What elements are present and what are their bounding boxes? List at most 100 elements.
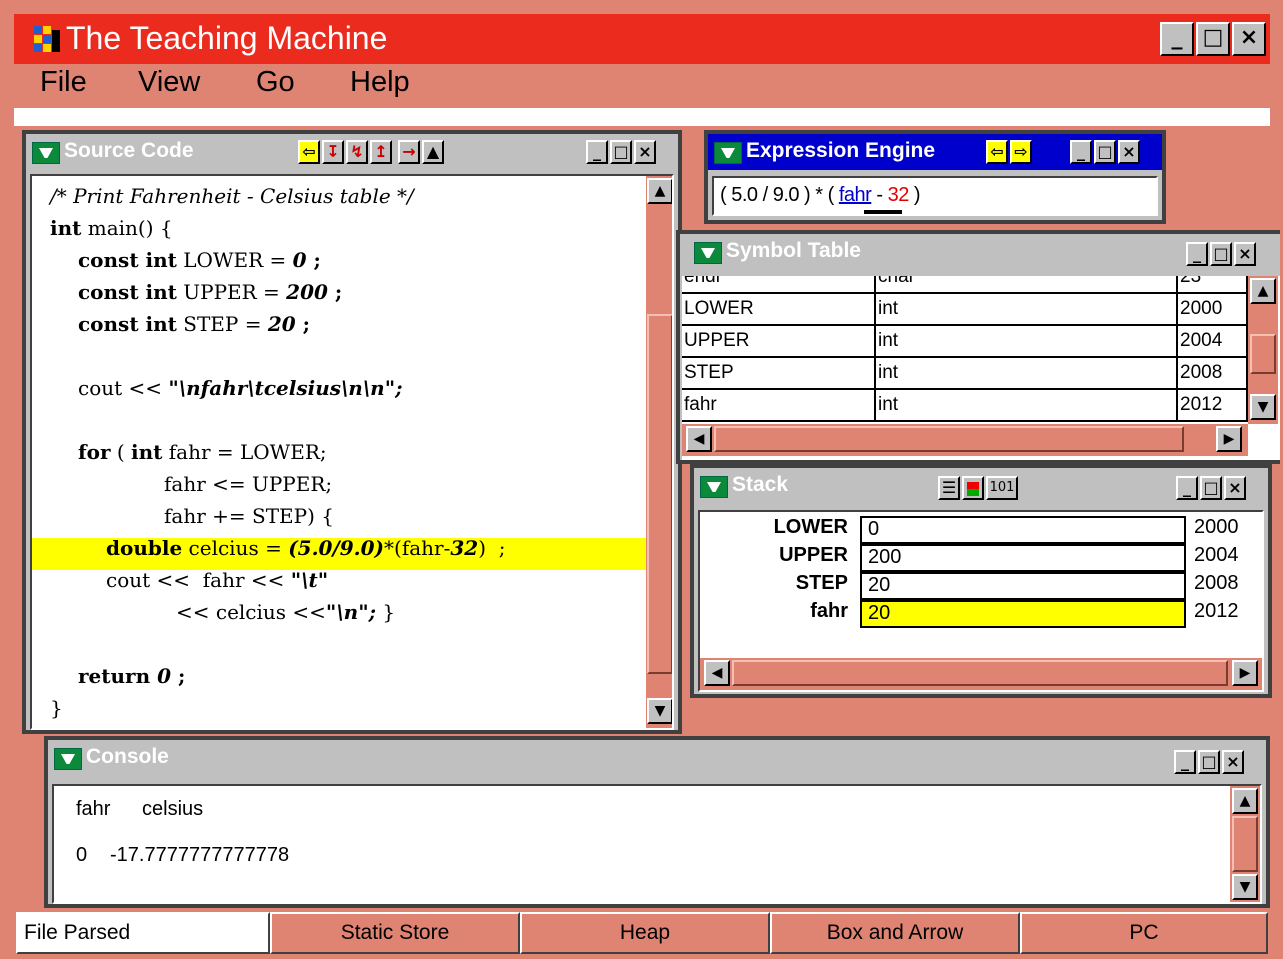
scroll-thumb[interactable]	[1232, 816, 1258, 872]
panel-close-button[interactable]: ×	[1118, 140, 1140, 164]
menu-file[interactable]: File	[40, 66, 87, 99]
stack-var-address: 2000	[1194, 516, 1239, 538]
step-over-icon[interactable]: ↧	[322, 140, 344, 164]
heap-button[interactable]: Heap	[520, 912, 770, 954]
stack-title: Stack	[732, 473, 789, 496]
scroll-down-icon[interactable]: ▼	[647, 698, 672, 724]
code-line: cout << "\nfahr\tcelsius\n\n";	[78, 376, 403, 400]
maximize-button[interactable]: □	[1196, 22, 1230, 56]
stack-var-name: LOWER	[773, 516, 848, 538]
back-icon[interactable]: ⇦	[986, 140, 1008, 164]
stack-var-name: fahr	[810, 600, 848, 622]
binary-view-icon[interactable]: 101	[986, 476, 1018, 500]
status-bar: File Parsed Static Store Heap Box and Ar…	[14, 912, 1270, 954]
panel-close-button[interactable]: ×	[1222, 750, 1244, 774]
source-code-title-bar[interactable]: Source Code ⇦ ↧ ↯ ↥ → ▲ _ □ ×	[26, 134, 678, 170]
static-store-button[interactable]: Static Store	[270, 912, 520, 954]
panel-close-button[interactable]: ×	[1234, 242, 1256, 266]
color-view-icon[interactable]	[962, 476, 984, 500]
list-view-icon[interactable]: ☰	[938, 476, 960, 500]
stack-title-bar[interactable]: Stack ☰ 101 _ □ ×	[694, 468, 1268, 504]
stack-var-address: 2004	[1194, 544, 1239, 566]
forward-icon[interactable]: ⇨	[1010, 140, 1032, 164]
expression-view: ( 5.0 / 9.0 ) * ( fahr - 32 )	[712, 176, 1158, 216]
scroll-down-icon[interactable]: ▼	[1232, 874, 1258, 900]
symbol-addr-cell: 2004	[1178, 326, 1248, 358]
status-message: File Parsed	[16, 912, 270, 954]
console-output[interactable]: fahr celsius 0 -17.7777777777778 ▲ ▼	[52, 784, 1262, 904]
pc-button[interactable]: PC	[1020, 912, 1268, 954]
stack-var-address: 2008	[1194, 572, 1239, 594]
scroll-left-icon[interactable]: ◀	[686, 426, 712, 452]
expression-text: ( 5.0 / 9.0 ) * ( fahr - 32 )	[720, 184, 921, 206]
panel-close-button[interactable]: ×	[1224, 476, 1246, 500]
symbol-name-cell: endl	[682, 276, 876, 294]
stack-var-value: 200	[860, 544, 1186, 572]
app-title-bar[interactable]: The Teaching Machine _ □ ×	[14, 14, 1270, 64]
box-and-arrow-button[interactable]: Box and Arrow	[770, 912, 1020, 954]
symbol-table-title-bar[interactable]: Symbol Table _ □ ×	[680, 234, 1280, 270]
scroll-right-icon[interactable]: ▶	[1216, 426, 1242, 452]
stack-panel: Stack ☰ 101 _ □ × LOWER 0 2000 UPPER 200…	[690, 464, 1272, 698]
code-line: cout << fahr << "\t"	[106, 568, 329, 592]
stack-var-value: 0	[860, 516, 1186, 544]
up-icon[interactable]: ▲	[422, 140, 444, 164]
panel-minimize-button[interactable]: _	[1174, 750, 1196, 774]
source-code-view[interactable]: /* Print Fahrenheit - Celsius table */ i…	[30, 174, 674, 730]
panel-minimize-button[interactable]: _	[1186, 242, 1208, 266]
console-title-bar[interactable]: Console _ □ ×	[48, 740, 1266, 776]
panel-minimize-button[interactable]: _	[1176, 476, 1198, 500]
back-icon[interactable]: ⇦	[298, 140, 320, 164]
scroll-thumb[interactable]	[647, 314, 672, 674]
scroll-left-icon[interactable]: ◀	[704, 660, 730, 686]
panel-maximize-button[interactable]: □	[1198, 750, 1220, 774]
scroll-up-icon[interactable]: ▲	[647, 178, 672, 204]
console-text: -17.7777777777778	[110, 844, 290, 866]
menu-go[interactable]: Go	[256, 66, 295, 99]
tm-icon	[700, 476, 728, 498]
source-vertical-scrollbar[interactable]: ▲ ▼	[646, 176, 672, 728]
scroll-thumb[interactable]	[1250, 334, 1276, 374]
symbol-addr-cell: 2012	[1178, 390, 1248, 422]
symbol-vertical-scrollbar[interactable]: ▲ ▼	[1248, 276, 1278, 424]
console-text: fahr	[76, 798, 111, 820]
menu-view[interactable]: View	[138, 66, 200, 99]
minimize-button[interactable]: _	[1160, 22, 1194, 56]
symbol-type-cell: int	[876, 294, 1178, 326]
panel-maximize-button[interactable]: □	[1200, 476, 1222, 500]
stack-var-address: 2012	[1194, 600, 1239, 622]
symbol-name-cell: STEP	[682, 358, 876, 390]
step-out-icon[interactable]: ↥	[370, 140, 392, 164]
console-vertical-scrollbar[interactable]: ▲ ▼	[1230, 786, 1260, 902]
scroll-thumb[interactable]	[732, 660, 1228, 686]
tm-icon	[54, 748, 82, 770]
panel-maximize-button[interactable]: □	[1094, 140, 1116, 164]
toolbar-strip	[14, 108, 1270, 126]
expression-engine-title-bar[interactable]: Expression Engine ⇦ ⇨ _ □ ×	[708, 134, 1162, 170]
panel-maximize-button[interactable]: □	[610, 140, 632, 164]
symbol-type-cell: int	[876, 358, 1178, 390]
symbol-horizontal-scrollbar[interactable]: ◀ ▶	[682, 424, 1248, 456]
symbol-type-cell: int	[876, 390, 1178, 422]
run-to-cursor-icon[interactable]: →	[398, 140, 420, 164]
panel-close-button[interactable]: ×	[634, 140, 656, 164]
stack-horizontal-scrollbar[interactable]: ◀ ▶	[700, 658, 1262, 690]
scroll-right-icon[interactable]: ▶	[1232, 660, 1258, 686]
scroll-up-icon[interactable]: ▲	[1232, 788, 1258, 814]
panel-maximize-button[interactable]: □	[1210, 242, 1232, 266]
scroll-up-icon[interactable]: ▲	[1250, 278, 1276, 304]
code-line: const int UPPER = 200 ;	[78, 280, 343, 304]
symbol-name-cell: UPPER	[682, 326, 876, 358]
symbol-table-panel: Symbol Table _ □ × endl char 23 LOWER in…	[676, 230, 1280, 464]
panel-minimize-button[interactable]: _	[586, 140, 608, 164]
step-into-icon[interactable]: ↯	[346, 140, 368, 164]
console-panel: Console _ □ × fahr celsius 0 -17.7777777…	[44, 736, 1270, 908]
symbol-type-cell: char	[876, 276, 1178, 294]
symbol-name-cell: LOWER	[682, 294, 876, 326]
symbol-addr-cell: 2008	[1178, 358, 1248, 390]
menu-help[interactable]: Help	[350, 66, 410, 99]
close-button[interactable]: ×	[1232, 22, 1266, 56]
scroll-down-icon[interactable]: ▼	[1250, 394, 1276, 420]
panel-minimize-button[interactable]: _	[1070, 140, 1092, 164]
scroll-thumb[interactable]	[714, 426, 1184, 452]
